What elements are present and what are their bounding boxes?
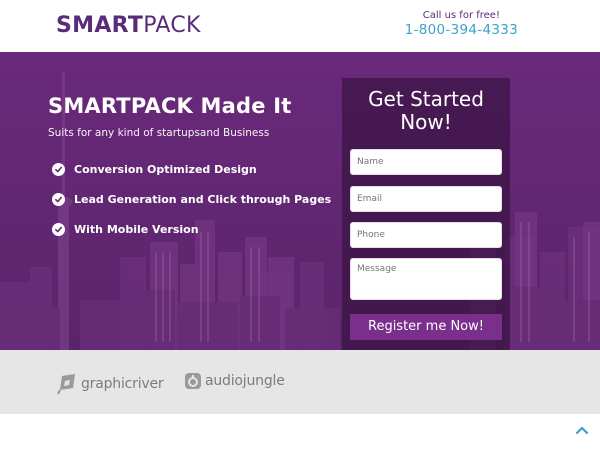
feature-label: With Mobile Version bbox=[74, 222, 199, 236]
feature-item: Conversion Optimized Design bbox=[52, 154, 331, 184]
feature-list: Conversion Optimized Design Lead Generat… bbox=[52, 154, 331, 244]
message-field[interactable] bbox=[350, 258, 502, 300]
feature-label: Lead Generation and Click through Pages bbox=[74, 192, 332, 206]
logo-light-text: PACK bbox=[143, 13, 201, 38]
hero-section: SMARTPACK Made It Suits for any kind of … bbox=[0, 52, 600, 350]
graphicriver-logo-icon bbox=[57, 374, 75, 395]
call-block: Call us for free! 1-800-394-4333 bbox=[405, 10, 518, 38]
feature-label: Conversion Optimized Design bbox=[74, 162, 257, 176]
check-circle-icon bbox=[52, 162, 65, 176]
register-button[interactable]: Register me Now! bbox=[350, 314, 502, 340]
phone-number-link[interactable]: 1-800-394-4333 bbox=[405, 22, 518, 38]
hero-subtitle: Suits for any kind of startupsand Busine… bbox=[48, 127, 270, 139]
hero-title: SMARTPACK Made It bbox=[48, 94, 292, 118]
feature-item: With Mobile Version bbox=[52, 214, 331, 244]
check-circle-icon bbox=[52, 192, 65, 206]
partner-name: graphicriver bbox=[81, 376, 164, 392]
site-header: SMARTPACK Call us for free! 1-800-394-43… bbox=[0, 0, 600, 52]
phone-field[interactable] bbox=[350, 222, 502, 248]
partners-band: graphicriver audiojungle bbox=[0, 350, 600, 414]
audiojungle-logo-icon bbox=[185, 373, 201, 389]
feature-item: Lead Generation and Click through Pages bbox=[52, 184, 331, 214]
site-logo[interactable]: SMARTPACK bbox=[56, 13, 201, 38]
partner-name: audiojungle bbox=[205, 373, 285, 389]
check-circle-icon bbox=[52, 222, 65, 236]
partner-audiojungle[interactable]: audiojungle bbox=[184, 372, 285, 390]
email-field[interactable] bbox=[350, 186, 502, 212]
form-title: Get Started Now! bbox=[368, 87, 484, 134]
partner-graphicriver[interactable]: graphicriver bbox=[56, 372, 164, 396]
signup-form: Get Started Now! Register me Now! bbox=[342, 78, 510, 350]
page-footer bbox=[0, 414, 600, 450]
name-field[interactable] bbox=[350, 149, 502, 175]
call-label: Call us for free! bbox=[422, 10, 500, 21]
logo-bold-text: SMART bbox=[56, 13, 144, 38]
chevron-up-icon[interactable] bbox=[574, 422, 590, 438]
